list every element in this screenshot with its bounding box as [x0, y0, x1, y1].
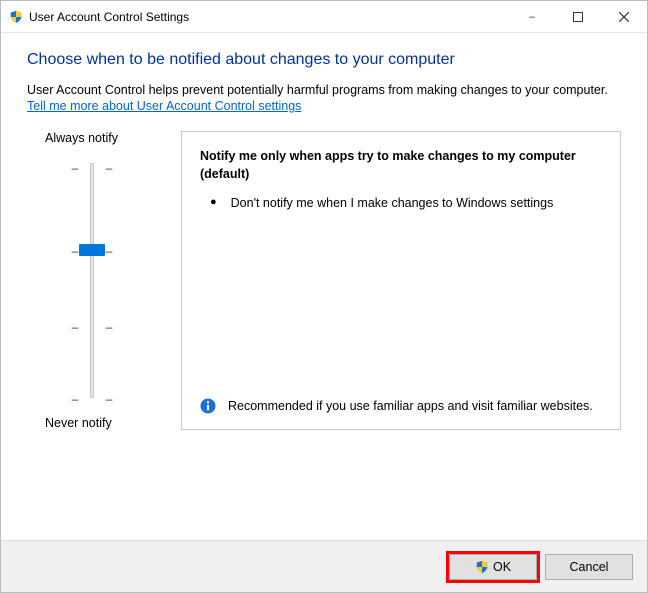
- slider-tick-3: ––: [52, 320, 132, 334]
- window-title: User Account Control Settings: [29, 10, 189, 24]
- description-text: User Account Control helps prevent poten…: [27, 83, 621, 97]
- slider-label-always: Always notify: [45, 131, 118, 145]
- recommendation-row: Recommended if you use familiar apps and…: [200, 398, 602, 416]
- shield-icon: [9, 10, 23, 24]
- info-title: Notify me only when apps try to make cha…: [200, 148, 602, 183]
- minimize-button[interactable]: –: [509, 1, 555, 32]
- bullet-dot-icon: ●: [210, 195, 217, 213]
- titlebar: User Account Control Settings –: [1, 1, 647, 33]
- help-link[interactable]: Tell me more about User Account Control …: [27, 99, 621, 113]
- slider-tick-1: ––: [52, 161, 132, 175]
- close-button[interactable]: [601, 1, 647, 32]
- slider-tick-4: ––: [52, 392, 132, 406]
- ok-button[interactable]: OK: [449, 554, 537, 580]
- info-bullet-text: Don't notify me when I make changes to W…: [231, 195, 554, 213]
- slider-thumb[interactable]: [79, 244, 105, 256]
- cancel-button[interactable]: Cancel: [545, 554, 633, 580]
- slider-row: Always notify –– –– –– –– Never notify N…: [27, 131, 621, 430]
- maximize-button[interactable]: [555, 1, 601, 32]
- window-controls: –: [509, 1, 647, 32]
- shield-icon: [475, 560, 489, 574]
- ok-button-label: OK: [493, 560, 511, 574]
- recommendation-text: Recommended if you use familiar apps and…: [228, 398, 593, 416]
- notification-info-box: Notify me only when apps try to make cha…: [181, 131, 621, 430]
- dialog-footer: OK Cancel: [1, 540, 647, 592]
- info-bullet-row: ● Don't notify me when I make changes to…: [200, 195, 602, 213]
- cancel-button-label: Cancel: [570, 560, 609, 574]
- slider-track: [90, 163, 94, 398]
- page-heading: Choose when to be notified about changes…: [27, 51, 621, 69]
- slider-label-never: Never notify: [45, 416, 112, 430]
- info-icon: [200, 398, 216, 414]
- slider-column: Always notify –– –– –– –– Never notify: [27, 131, 157, 430]
- notification-slider[interactable]: –– –– –– ––: [52, 153, 132, 408]
- content-area: Choose when to be notified about changes…: [1, 33, 647, 540]
